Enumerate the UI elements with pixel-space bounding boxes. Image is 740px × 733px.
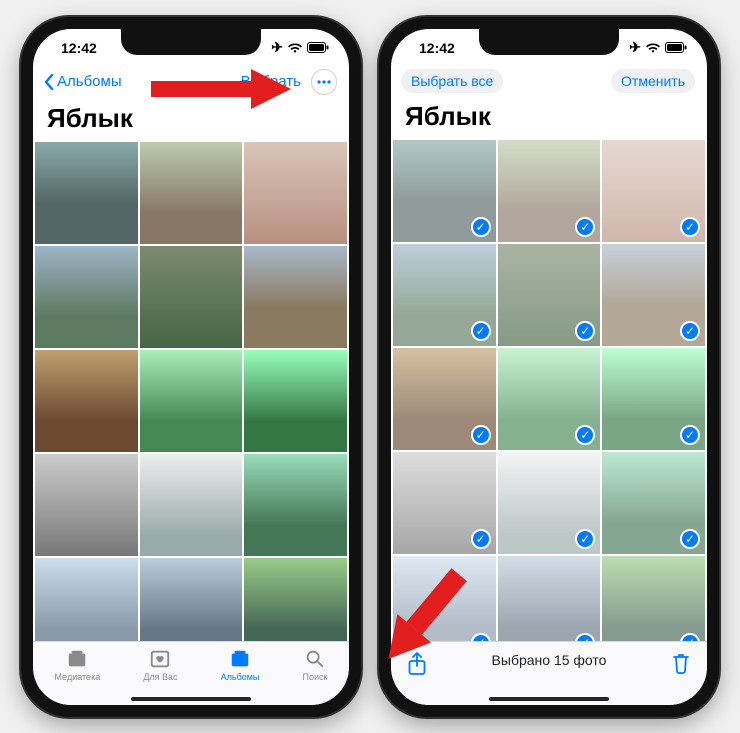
annotation-arrow-icon bbox=[367, 553, 487, 673]
phone-left: 12:42 ✈︎ Альбомы Выбрать Яблык bbox=[21, 17, 361, 717]
nav-back[interactable]: Альбомы bbox=[43, 73, 122, 91]
checkmark-icon: ✓ bbox=[575, 217, 595, 237]
photo-thumb[interactable] bbox=[140, 246, 243, 348]
tab-search[interactable]: Поиск bbox=[303, 648, 328, 682]
photo-thumb[interactable]: ✓ bbox=[602, 452, 705, 554]
home-indicator[interactable] bbox=[489, 697, 609, 701]
wifi-icon bbox=[287, 42, 303, 54]
delete-button[interactable] bbox=[671, 652, 691, 677]
photo-thumb[interactable] bbox=[244, 350, 347, 452]
airplane-icon: ✈︎ bbox=[271, 39, 283, 56]
notch bbox=[121, 29, 261, 55]
checkmark-icon: ✓ bbox=[680, 529, 700, 549]
checkmark-icon: ✓ bbox=[575, 633, 595, 641]
photo-thumb[interactable] bbox=[35, 350, 138, 452]
photo-thumb[interactable] bbox=[35, 142, 138, 244]
photo-thumb[interactable]: ✓ bbox=[498, 452, 601, 554]
notch bbox=[479, 29, 619, 55]
checkmark-icon: ✓ bbox=[471, 529, 491, 549]
select-all-button[interactable]: Выбрать все bbox=[401, 69, 503, 93]
tab-bar: Медиатека Для Вас Альбомы Поиск bbox=[33, 641, 349, 705]
photo-thumb[interactable] bbox=[140, 142, 243, 244]
photo-thumb[interactable] bbox=[244, 246, 347, 348]
photo-thumb[interactable]: ✓ bbox=[498, 348, 601, 450]
photo-thumb[interactable]: ✓ bbox=[602, 244, 705, 346]
photo-thumb[interactable] bbox=[244, 558, 347, 641]
cancel-button[interactable]: Отменить bbox=[611, 69, 695, 93]
photo-thumb[interactable]: ✓ bbox=[393, 348, 496, 450]
library-icon bbox=[66, 648, 88, 670]
checkmark-icon: ✓ bbox=[680, 425, 700, 445]
search-icon bbox=[304, 648, 326, 670]
status-icons: ✈︎ bbox=[271, 39, 329, 56]
photo-thumb[interactable] bbox=[244, 454, 347, 556]
checkmark-icon: ✓ bbox=[471, 321, 491, 341]
photo-thumb[interactable]: ✓ bbox=[602, 140, 705, 242]
tab-library[interactable]: Медиатека bbox=[55, 648, 101, 682]
tab-label: Альбомы bbox=[221, 672, 260, 682]
battery-icon bbox=[307, 42, 329, 53]
nav-bar: Выбрать все Отменить bbox=[391, 67, 707, 99]
photo-thumb[interactable]: ✓ bbox=[393, 140, 496, 242]
tab-albums[interactable]: Альбомы bbox=[221, 648, 260, 682]
photo-thumb[interactable] bbox=[35, 246, 138, 348]
more-button[interactable] bbox=[311, 69, 337, 95]
photo-thumb[interactable]: ✓ bbox=[393, 244, 496, 346]
nav-back-label: Альбомы bbox=[57, 73, 122, 90]
annotation-arrow-icon bbox=[151, 69, 291, 109]
checkmark-icon: ✓ bbox=[575, 425, 595, 445]
checkmark-icon: ✓ bbox=[680, 633, 700, 641]
screen-left: 12:42 ✈︎ Альбомы Выбрать Яблык bbox=[33, 29, 349, 705]
photo-thumb[interactable]: ✓ bbox=[602, 556, 705, 641]
tab-label: Поиск bbox=[303, 672, 328, 682]
status-time: 12:42 bbox=[61, 40, 97, 56]
photo-thumb[interactable]: ✓ bbox=[498, 556, 601, 641]
trash-icon bbox=[671, 652, 691, 674]
checkmark-icon: ✓ bbox=[680, 321, 700, 341]
phone-right: 12:42 ✈︎ Выбрать все Отменить Яблык ✓ ✓ … bbox=[379, 17, 719, 717]
checkmark-icon: ✓ bbox=[471, 425, 491, 445]
checkmark-icon: ✓ bbox=[575, 529, 595, 549]
chevron-left-icon bbox=[43, 73, 55, 91]
tab-label: Для Вас bbox=[143, 672, 177, 682]
album-title: Яблык bbox=[391, 99, 707, 140]
battery-icon bbox=[665, 42, 687, 53]
photo-thumb[interactable]: ✓ bbox=[602, 348, 705, 450]
status-icons: ✈︎ bbox=[629, 39, 687, 56]
checkmark-icon: ✓ bbox=[680, 217, 700, 237]
photo-thumb[interactable]: ✓ bbox=[498, 244, 601, 346]
wifi-icon bbox=[645, 42, 661, 54]
photo-thumb[interactable]: ✓ bbox=[498, 140, 601, 242]
photo-thumb[interactable] bbox=[244, 142, 347, 244]
tab-label: Медиатека bbox=[55, 672, 101, 682]
photo-thumb[interactable] bbox=[140, 454, 243, 556]
status-time: 12:42 bbox=[419, 40, 455, 56]
photo-thumb[interactable] bbox=[140, 350, 243, 452]
checkmark-icon: ✓ bbox=[471, 217, 491, 237]
albums-icon bbox=[229, 648, 251, 670]
photo-thumb[interactable]: ✓ bbox=[393, 452, 496, 554]
photo-grid[interactable] bbox=[33, 142, 349, 641]
home-indicator[interactable] bbox=[131, 697, 251, 701]
checkmark-icon: ✓ bbox=[575, 321, 595, 341]
photo-thumb[interactable] bbox=[140, 558, 243, 641]
photo-thumb[interactable] bbox=[35, 454, 138, 556]
ellipsis-icon bbox=[317, 80, 331, 84]
airplane-icon: ✈︎ bbox=[629, 39, 641, 56]
tab-foryou[interactable]: Для Вас bbox=[143, 648, 177, 682]
photo-thumb[interactable] bbox=[35, 558, 138, 641]
heart-icon bbox=[149, 648, 171, 670]
